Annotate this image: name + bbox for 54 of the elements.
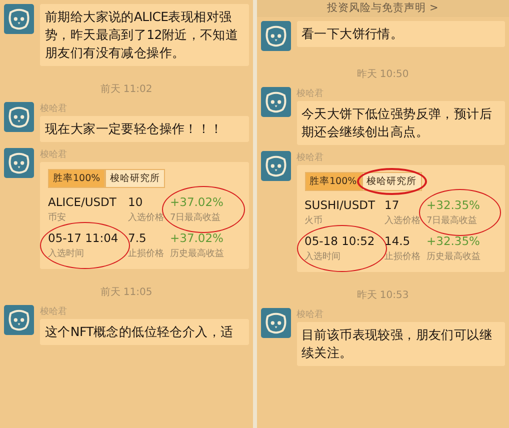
owl-avatar-icon	[4, 148, 34, 178]
owl-avatar-icon	[4, 102, 34, 132]
message-bubble: 看一下大饼行情。	[296, 21, 505, 47]
sender-name: 梭哈君	[296, 152, 324, 164]
sender-name: 梭哈君	[40, 306, 68, 318]
value: +32.35%	[426, 198, 481, 212]
field-label: 入选价格	[128, 212, 165, 224]
tag: 胜率100%	[48, 169, 106, 188]
message-bubble: 这个NFT概念的低位轻仓介入，适	[40, 319, 248, 345]
field-label: 7日最高收益	[170, 212, 222, 224]
timestamp: 昨天 10:53	[356, 289, 409, 302]
field-label: 止损价格	[384, 250, 422, 263]
field-label: 7日最高收益	[426, 214, 478, 227]
owl-avatar-icon	[260, 21, 290, 51]
owl-avatar-icon	[260, 87, 290, 117]
owl-avatar-icon	[4, 305, 34, 335]
timestamp: 昨天 10:50	[356, 68, 409, 81]
value: 05-18 10:52	[304, 234, 376, 248]
field-label: 入选价格	[384, 214, 422, 227]
timestamp: 前天 11:05	[100, 286, 152, 299]
sender-name: 梭哈君	[296, 308, 324, 321]
owl-avatar-icon	[260, 151, 290, 181]
field-label: 历史最高收益	[426, 250, 482, 263]
field-label: 入选时间	[48, 248, 85, 260]
field-label: 入选时间	[304, 250, 342, 263]
value: ALICE/USDT	[48, 195, 118, 209]
timestamp: 前天 11:02	[100, 83, 152, 96]
field-label: 币安	[48, 212, 67, 224]
value: 14.5	[384, 234, 412, 248]
value: 7.5	[128, 231, 148, 245]
value: +37.02%	[170, 195, 224, 209]
sender-name: 梭哈君	[40, 148, 68, 161]
value: 10	[128, 195, 144, 209]
message-bubble: 目前该币表现较强，朋友们可以继续关注。	[296, 322, 505, 366]
value: +32.35%	[426, 234, 481, 248]
value: SUSHI/USDT	[304, 198, 376, 212]
tag: 胜率100%	[304, 172, 362, 191]
disclaimer-link[interactable]: 投资风险与免责声明 >	[256, 0, 509, 17]
message-bubble: 今天大饼下低位强势反弹，预计后期还会继续创出高点。	[296, 101, 505, 145]
field-label: 历史最高收益	[170, 248, 225, 260]
value: +37.02%	[170, 231, 224, 245]
owl-avatar-icon	[4, 4, 34, 34]
signal-card[interactable]: 胜率100% 梭哈研究所 ALICE/USDT 币安 10 入选价格 +37.02% 7日最高收益 05-17 11:04 入选时间 7.5 止损价格 +37.02% 历史最高收益	[40, 162, 248, 269]
field-label: 止损价格	[128, 248, 165, 260]
value: 17	[384, 198, 400, 212]
message-bubble: 前期给大家说的ALICE表现相对强势，昨天最高到了12附近，不知道朋友们有没有减仓操作。	[40, 4, 248, 66]
tag: 梭哈研究所	[105, 169, 166, 188]
value: 05-17 11:04	[48, 231, 120, 245]
message-bubble: 现在大家一定要轻仓操作！！！	[40, 116, 248, 142]
field-label: 火币	[304, 214, 324, 227]
owl-avatar-icon	[260, 308, 290, 338]
sender-name: 梭哈君	[40, 102, 68, 115]
signal-card[interactable]: 胜率100% 梭哈研究所 SUSHI/USDT 火币 17 入选价格 +32.35% 7日最高收益 05-18 10:52 入选时间 14.5 止损价格 +32.35% 历史最高收益	[296, 165, 505, 272]
sender-name: 梭哈君	[296, 88, 324, 100]
